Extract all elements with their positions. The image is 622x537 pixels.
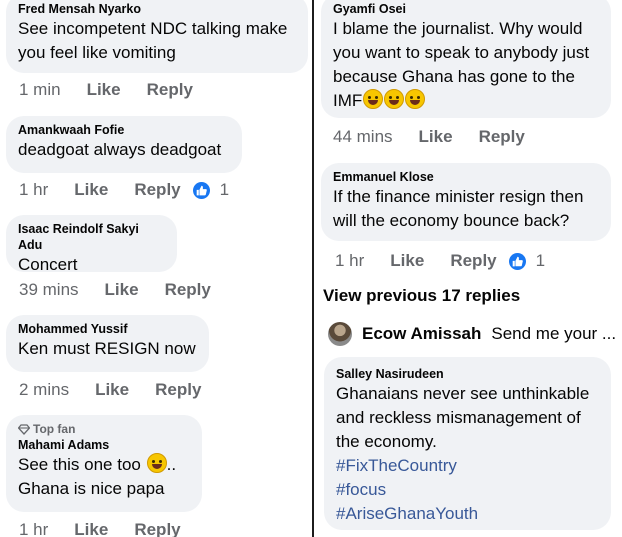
comment-time[interactable]: 1 hr <box>19 520 48 537</box>
comment-author[interactable]: Isaac Reindolf Sakyi Adu <box>18 221 165 253</box>
reply-preview[interactable]: Ecow Amissah Send me your ... <box>328 322 618 346</box>
reply-author[interactable]: Ecow Amissah <box>362 324 481 344</box>
reply-button[interactable]: Reply <box>134 520 180 537</box>
comment-author[interactable]: Gyamfi Osei <box>333 1 599 17</box>
reply-button[interactable]: Reply <box>450 251 496 271</box>
reaction-count: 1 <box>535 251 546 270</box>
reply-button[interactable]: Reply <box>155 380 201 400</box>
comment-time[interactable]: 39 mins <box>19 280 79 300</box>
comment-bubble: Emmanuel Klose If the finance minister r… <box>321 163 611 241</box>
like-button[interactable]: Like <box>105 280 139 300</box>
comment-actions: 1 hr Like Reply 1 <box>335 251 545 271</box>
comment-bubble: Isaac Reindolf Sakyi Adu Concert <box>6 215 177 274</box>
comment-actions: 1 hr Like Reply <box>19 520 193 537</box>
reply-button[interactable]: Reply <box>147 80 193 100</box>
comment-bubble: Fred Mensah Nyarko See incompetent NDC t… <box>6 0 308 73</box>
comment-time[interactable]: 2 mins <box>19 380 69 400</box>
laughing-emoji-icon <box>146 453 167 473</box>
comment-text: Concert <box>18 255 78 274</box>
comment-text: you feel like vomiting <box>18 43 176 62</box>
reaction-summary[interactable]: 1 <box>192 180 230 200</box>
comment-text: Ken must RESIGN now <box>18 339 196 358</box>
comment-actions: 1 hr Like Reply 1 <box>19 180 229 200</box>
comment-text: and reckless mismanagement of <box>336 408 581 427</box>
comment-bubble: Top fan Mahami Adams See this one too ..… <box>6 415 202 512</box>
diamond-icon <box>18 424 30 435</box>
comment-text: IMF <box>333 91 363 110</box>
like-button[interactable]: Like <box>95 380 129 400</box>
comment-bubble: Salley Nasirudeen Ghanaians never see un… <box>324 357 611 530</box>
panel-divider <box>312 0 314 537</box>
comment-text: See incompetent NDC talking make <box>18 19 288 38</box>
comment-time[interactable]: 1 hr <box>335 251 364 271</box>
comment-author[interactable]: Mohammed Yussif <box>18 321 197 337</box>
hashtag-link[interactable]: #focus <box>336 478 599 502</box>
comment-actions: 1 min Like Reply <box>19 80 205 100</box>
comment-author[interactable]: Emmanuel Klose <box>333 169 599 185</box>
comment-text-line: See this one too .. <box>18 453 190 477</box>
comment-actions: 2 mins Like Reply <box>19 380 213 400</box>
comment-text: because Ghana has gone to the <box>333 67 575 86</box>
reply-button[interactable]: Reply <box>165 280 211 300</box>
comment-text: the economy. <box>336 432 437 451</box>
comment-bubble: Gyamfi Osei I blame the journalist. Why … <box>321 0 611 118</box>
top-fan-label: Top fan <box>33 422 76 436</box>
comment-author[interactable]: Fred Mensah Nyarko <box>18 1 296 17</box>
comment-text: deadgoat always deadgoat <box>18 140 222 159</box>
comment-text: See this one too <box>18 455 141 474</box>
laughing-emoji-icon <box>363 89 384 109</box>
top-fan-badge: Top fan <box>18 422 190 437</box>
grinning-emoji-icon <box>384 89 405 109</box>
comment-text: will the economy bounce back? <box>333 211 570 230</box>
like-reaction-icon <box>508 252 526 270</box>
like-button[interactable]: Like <box>74 180 108 200</box>
comment-time[interactable]: 1 min <box>19 80 61 100</box>
like-button[interactable]: Like <box>419 127 453 147</box>
reaction-summary[interactable]: 1 <box>508 251 546 271</box>
comment-time[interactable]: 1 hr <box>19 180 48 200</box>
reply-button[interactable]: Reply <box>479 127 525 147</box>
reply-button[interactable]: Reply <box>134 180 180 200</box>
like-button[interactable]: Like <box>390 251 424 271</box>
hashtag-link[interactable]: #AriseGhanaYouth <box>336 502 599 526</box>
reaction-count: 1 <box>219 180 230 199</box>
comment-text: .. <box>166 455 177 474</box>
comment-text-line: IMF <box>333 89 599 113</box>
comment-author[interactable]: Mahami Adams <box>18 437 190 453</box>
comment-text: Ghana is nice papa <box>18 479 165 498</box>
comment-author[interactable]: Salley Nasirudeen <box>336 366 599 382</box>
comment-text: I blame the journalist. Why would <box>333 19 583 38</box>
like-button[interactable]: Like <box>87 80 121 100</box>
hashtag-link[interactable]: #FixTheCountry <box>336 454 599 478</box>
avatar[interactable] <box>328 322 352 346</box>
comment-time[interactable]: 44 mins <box>333 127 393 147</box>
comment-text: If the finance minister resign then <box>333 187 584 206</box>
view-previous-replies-link[interactable]: View previous 17 replies <box>323 286 520 306</box>
comment-author[interactable]: Amankwaah Fofie <box>18 122 230 138</box>
comment-actions: 39 mins Like Reply <box>19 280 223 300</box>
comment-text: you want to speak to anybody just <box>333 43 590 62</box>
like-button[interactable]: Like <box>74 520 108 537</box>
comment-bubble: Mohammed Yussif Ken must RESIGN now <box>6 315 209 372</box>
laughing-emoji-icon <box>405 89 426 109</box>
comment-actions: 44 mins Like Reply <box>333 127 537 147</box>
comment-text: Ghanaians never see unthinkable <box>336 384 590 403</box>
comment-bubble: Amankwaah Fofie deadgoat always deadgoat <box>6 116 242 173</box>
like-reaction-icon <box>192 181 210 199</box>
reply-snippet: Send me your ... <box>491 324 617 343</box>
